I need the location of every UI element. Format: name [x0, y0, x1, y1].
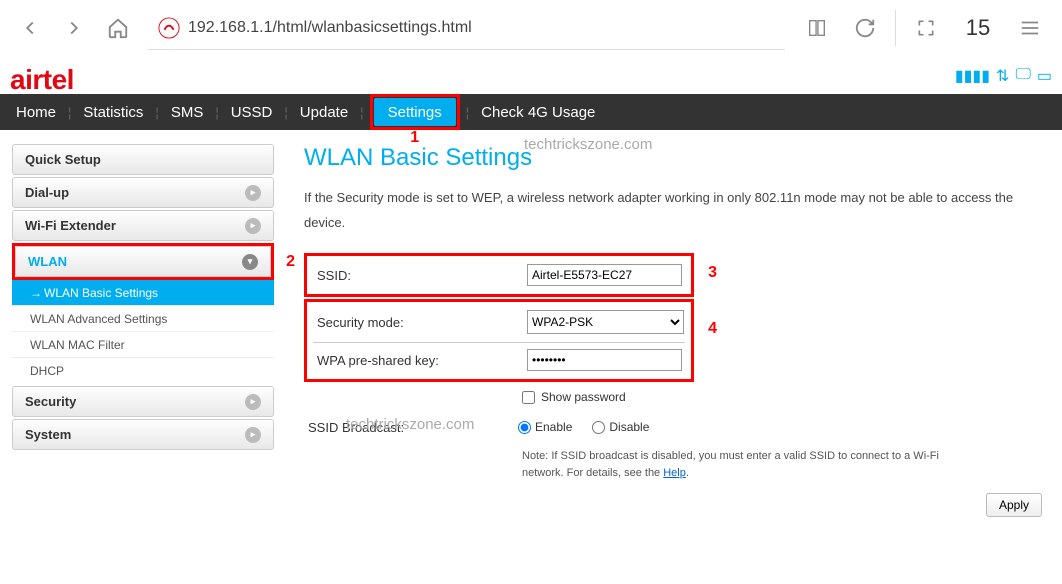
sidebar-wifi-extender[interactable]: Wi-Fi Extender ▸ — [12, 210, 274, 241]
annotation-4: 4 — [708, 320, 717, 338]
status-icons: ▮▮▮▮ ⇅ 🖵 ▭ — [955, 64, 1052, 86]
forward-button[interactable] — [52, 6, 96, 50]
sidebar-item-label: System — [25, 427, 71, 442]
nav-check4g[interactable]: Check 4G Usage — [475, 94, 601, 130]
annotation-1: 1 — [410, 129, 419, 147]
description-text: If the Security mode is set to WEP, a wi… — [304, 186, 1042, 235]
nav-sms[interactable]: SMS — [165, 94, 210, 130]
sidebar-wlan-basic[interactable]: WLAN Basic Settings — [12, 280, 274, 306]
url-text: 192.168.1.1/html/wlanbasicsettings.html — [188, 19, 472, 37]
back-button[interactable] — [8, 6, 52, 50]
chevron-right-icon: ▸ — [245, 427, 261, 443]
show-password-row: Show password — [522, 384, 1042, 410]
main-panel: WLAN Basic Settings If the Security mode… — [304, 144, 1052, 517]
site-favicon — [158, 17, 180, 39]
highlight-box-3: SSID: 3 — [304, 253, 694, 297]
sidebar-item-label: Dial-up — [25, 185, 69, 200]
sidebar-subitem-label: WLAN MAC Filter — [30, 338, 125, 352]
top-nav: Home¦ Statistics¦ SMS¦ USSD¦ Update¦ Set… — [0, 94, 1062, 130]
tab-count[interactable]: 15 — [950, 15, 1006, 41]
sidebar-subitem-label: WLAN Basic Settings — [44, 286, 158, 300]
page-header: airtel ▮▮▮▮ ⇅ 🖵 ▭ — [0, 56, 1062, 94]
home-button[interactable] — [96, 6, 140, 50]
nav-update[interactable]: Update — [294, 94, 354, 130]
wpa-key-label: WPA pre-shared key: — [313, 353, 527, 368]
hamburger-menu-icon[interactable] — [1006, 6, 1054, 50]
help-link[interactable]: Help — [663, 467, 686, 479]
disable-radio[interactable] — [592, 421, 605, 434]
chevron-right-icon: ▸ — [245, 394, 261, 410]
sidebar: Quick Setup Dial-up ▸ Wi-Fi Extender ▸ WLA… — [12, 144, 274, 517]
sidebar-security[interactable]: Security ▸ — [12, 386, 274, 417]
chevron-right-icon: ▸ — [245, 218, 261, 234]
browser-toolbar: 192.168.1.1/html/wlanbasicsettings.html … — [0, 0, 1062, 56]
nav-statistics[interactable]: Statistics — [77, 94, 149, 130]
sidebar-quick-setup[interactable]: Quick Setup — [12, 144, 274, 175]
sidebar-wlan[interactable]: WLAN ▾ — [15, 246, 271, 277]
highlight-box-4: Security mode: WPA2-PSK WPA pre-shared k… — [304, 299, 694, 382]
reload-button[interactable] — [841, 6, 889, 50]
nav-settings[interactable]: Settings — [374, 98, 456, 126]
ssid-label: SSID: — [313, 268, 527, 283]
note-prefix: Note: If SSID broadcast is disabled, you… — [522, 450, 939, 479]
page-title: WLAN Basic Settings — [304, 144, 1042, 172]
sim-icon: ▭ — [1037, 66, 1052, 86]
watermark: techtrickszone.com — [524, 136, 652, 153]
show-password-label: Show password — [541, 390, 626, 404]
sidebar-system[interactable]: System ▸ — [12, 419, 274, 450]
apply-button[interactable]: Apply — [986, 493, 1042, 517]
content-area: Quick Setup Dial-up ▸ Wi-Fi Extender ▸ WLA… — [0, 130, 1062, 527]
annotation-2: 2 — [286, 253, 295, 271]
sidebar-wlan-mac[interactable]: WLAN MAC Filter — [12, 332, 274, 358]
annotation-3: 3 — [708, 264, 717, 282]
reader-mode-icon[interactable] — [793, 6, 841, 50]
enable-label: Enable — [535, 420, 572, 434]
sidebar-subitem-label: WLAN Advanced Settings — [30, 312, 167, 326]
enable-option[interactable]: Enable — [518, 420, 572, 434]
sidebar-item-label: Wi-Fi Extender — [25, 218, 116, 233]
sidebar-item-label: Quick Setup — [25, 152, 101, 167]
security-mode-select[interactable]: WPA2-PSK — [527, 310, 684, 334]
ssid-input[interactable] — [527, 264, 682, 286]
nav-ussd[interactable]: USSD — [225, 94, 279, 130]
device-icon: 🖵 — [1015, 66, 1030, 86]
enable-radio[interactable] — [518, 421, 531, 434]
chevron-right-icon: ▸ — [245, 185, 261, 201]
url-bar[interactable]: 192.168.1.1/html/wlanbasicsettings.html — [148, 6, 785, 50]
sidebar-item-label: WLAN — [28, 254, 67, 269]
sidebar-wlan-advanced[interactable]: WLAN Advanced Settings — [12, 306, 274, 332]
highlight-box-1: Settings 1 — [370, 94, 460, 130]
security-mode-label: Security mode: — [313, 315, 527, 330]
disable-label: Disable — [609, 420, 649, 434]
watermark: techtrickszone.com — [346, 416, 474, 433]
transfer-icon: ⇅ — [996, 66, 1009, 86]
wpa-key-input[interactable] — [527, 349, 682, 371]
chevron-down-icon: ▾ — [242, 254, 258, 270]
disable-option[interactable]: Disable — [592, 420, 649, 434]
sidebar-item-label: Security — [25, 394, 76, 409]
sidebar-dhcp[interactable]: DHCP — [12, 358, 274, 384]
sidebar-subitem-label: DHCP — [30, 364, 64, 378]
highlight-box-2: WLAN▾ 2 — [12, 243, 274, 280]
note-suffix: . — [686, 467, 689, 479]
airtel-logo: airtel — [10, 64, 74, 96]
fullscreen-icon[interactable] — [902, 6, 950, 50]
note-text: Note: If SSID broadcast is disabled, you… — [522, 448, 952, 481]
show-password-checkbox[interactable] — [522, 391, 535, 404]
signal-icon: ▮▮▮▮ — [955, 66, 990, 86]
sidebar-dialup[interactable]: Dial-up ▸ — [12, 177, 274, 208]
nav-home[interactable]: Home — [10, 94, 62, 130]
